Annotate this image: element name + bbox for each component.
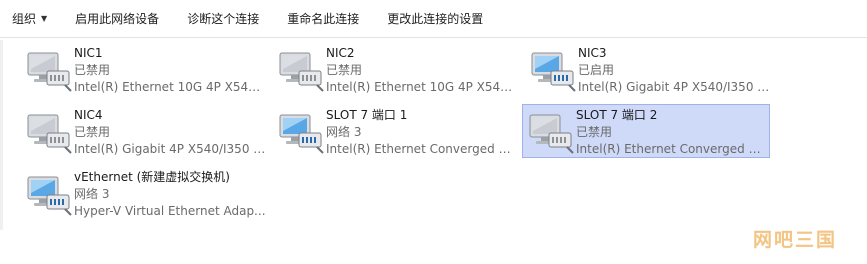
adapter-status: 已禁用 xyxy=(74,63,111,77)
adapter-text: NIC3 已启用 Intel(R) Gigabit 4P X540/I350 r..… xyxy=(578,45,770,96)
watermark-logo: 网吧三国 xyxy=(752,229,837,251)
adapter-status: 已禁用 xyxy=(326,63,363,77)
change-settings-button[interactable]: 更改此连接的设置 xyxy=(387,10,483,27)
adapter-status: 网络 3 xyxy=(326,125,362,139)
adapter-name: NIC2 xyxy=(326,46,355,60)
adapter-device: Hyper-V Virtual Ethernet Adap... xyxy=(74,204,266,218)
chevron-down-icon: ▼ xyxy=(41,14,48,23)
network-adapter-disabled-icon xyxy=(25,111,73,155)
adapter-status: 已禁用 xyxy=(74,125,111,139)
rename-connection-button[interactable]: 重命名此连接 xyxy=(287,10,359,27)
diagnose-connection-button[interactable]: 诊断这个连接 xyxy=(187,10,259,27)
adapter-item[interactable]: SLOT 7 端口 1 网络 3 Intel(R) Ethernet Converg… xyxy=(272,104,520,158)
adapter-device: Intel(R) Gigabit 4P X540/I350 r... xyxy=(74,142,266,156)
adapter-status: 网络 3 xyxy=(74,187,110,201)
adapter-status: 已禁用 xyxy=(576,125,613,139)
adapter-item[interactable]: vEthernet (新建虚拟交换机) 网络 3 Hyper-V Virtual E… xyxy=(20,166,268,220)
adapter-text: vEthernet (新建虚拟交换机) 网络 3 Hyper-V Virtual E… xyxy=(74,169,266,220)
adapter-device: Intel(R) Ethernet 10G 4P X540/... xyxy=(326,80,518,94)
adapter-name: SLOT 7 端口 2 xyxy=(576,108,658,122)
enable-device-button[interactable]: 启用此网络设备 xyxy=(75,10,159,27)
adapter-name: NIC3 xyxy=(578,46,607,60)
adapter-device: Intel(R) Ethernet Converged N... xyxy=(576,142,768,156)
adapter-name: SLOT 7 端口 1 xyxy=(326,108,408,122)
adapter-name: NIC4 xyxy=(74,108,103,122)
network-adapter-icon xyxy=(529,49,577,93)
network-adapter-disabled-icon xyxy=(277,49,325,93)
organize-label: 组织 xyxy=(12,12,37,26)
adapter-text: SLOT 7 端口 2 已禁用 Intel(R) Ethernet Converge… xyxy=(576,107,768,158)
pane-edge xyxy=(0,40,3,230)
adapter-item[interactable]: NIC2 已禁用 Intel(R) Ethernet 10G 4P X540/... xyxy=(272,42,520,96)
organize-menu[interactable]: 组织 ▼ xyxy=(12,10,47,27)
network-adapter-disabled-icon xyxy=(25,49,73,93)
command-bar: 组织 ▼ 启用此网络设备 诊断这个连接 重命名此连接 更改此连接的设置 xyxy=(0,0,867,38)
adapter-device: Intel(R) Ethernet Converged N... xyxy=(326,142,518,156)
network-adapter-icon xyxy=(277,111,325,155)
adapter-name: NIC1 xyxy=(74,46,103,60)
adapter-device: Intel(R) Ethernet 10G 4P X540/... xyxy=(74,80,266,94)
adapter-text: NIC1 已禁用 Intel(R) Ethernet 10G 4P X540/... xyxy=(74,45,266,96)
adapter-item[interactable]: NIC1 已禁用 Intel(R) Ethernet 10G 4P X540/... xyxy=(20,42,268,96)
adapter-text: NIC2 已禁用 Intel(R) Ethernet 10G 4P X540/... xyxy=(326,45,518,96)
adapter-name: vEthernet (新建虚拟交换机) xyxy=(74,170,230,184)
network-adapter-disabled-icon xyxy=(527,111,575,155)
adapter-item[interactable]: NIC4 已禁用 Intel(R) Gigabit 4P X540/I350 r..… xyxy=(20,104,268,158)
adapter-device: Intel(R) Gigabit 4P X540/I350 r... xyxy=(578,80,770,94)
adapter-item[interactable]: NIC3 已启用 Intel(R) Gigabit 4P X540/I350 r..… xyxy=(524,42,772,96)
adapter-status: 已启用 xyxy=(578,63,615,77)
network-adapter-icon xyxy=(25,173,73,217)
adapter-text: SLOT 7 端口 1 网络 3 Intel(R) Ethernet Converg… xyxy=(326,107,518,158)
adapter-text: NIC4 已禁用 Intel(R) Gigabit 4P X540/I350 r..… xyxy=(74,107,266,158)
adapter-item[interactable]: SLOT 7 端口 2 已禁用 Intel(R) Ethernet Converge… xyxy=(522,104,770,158)
